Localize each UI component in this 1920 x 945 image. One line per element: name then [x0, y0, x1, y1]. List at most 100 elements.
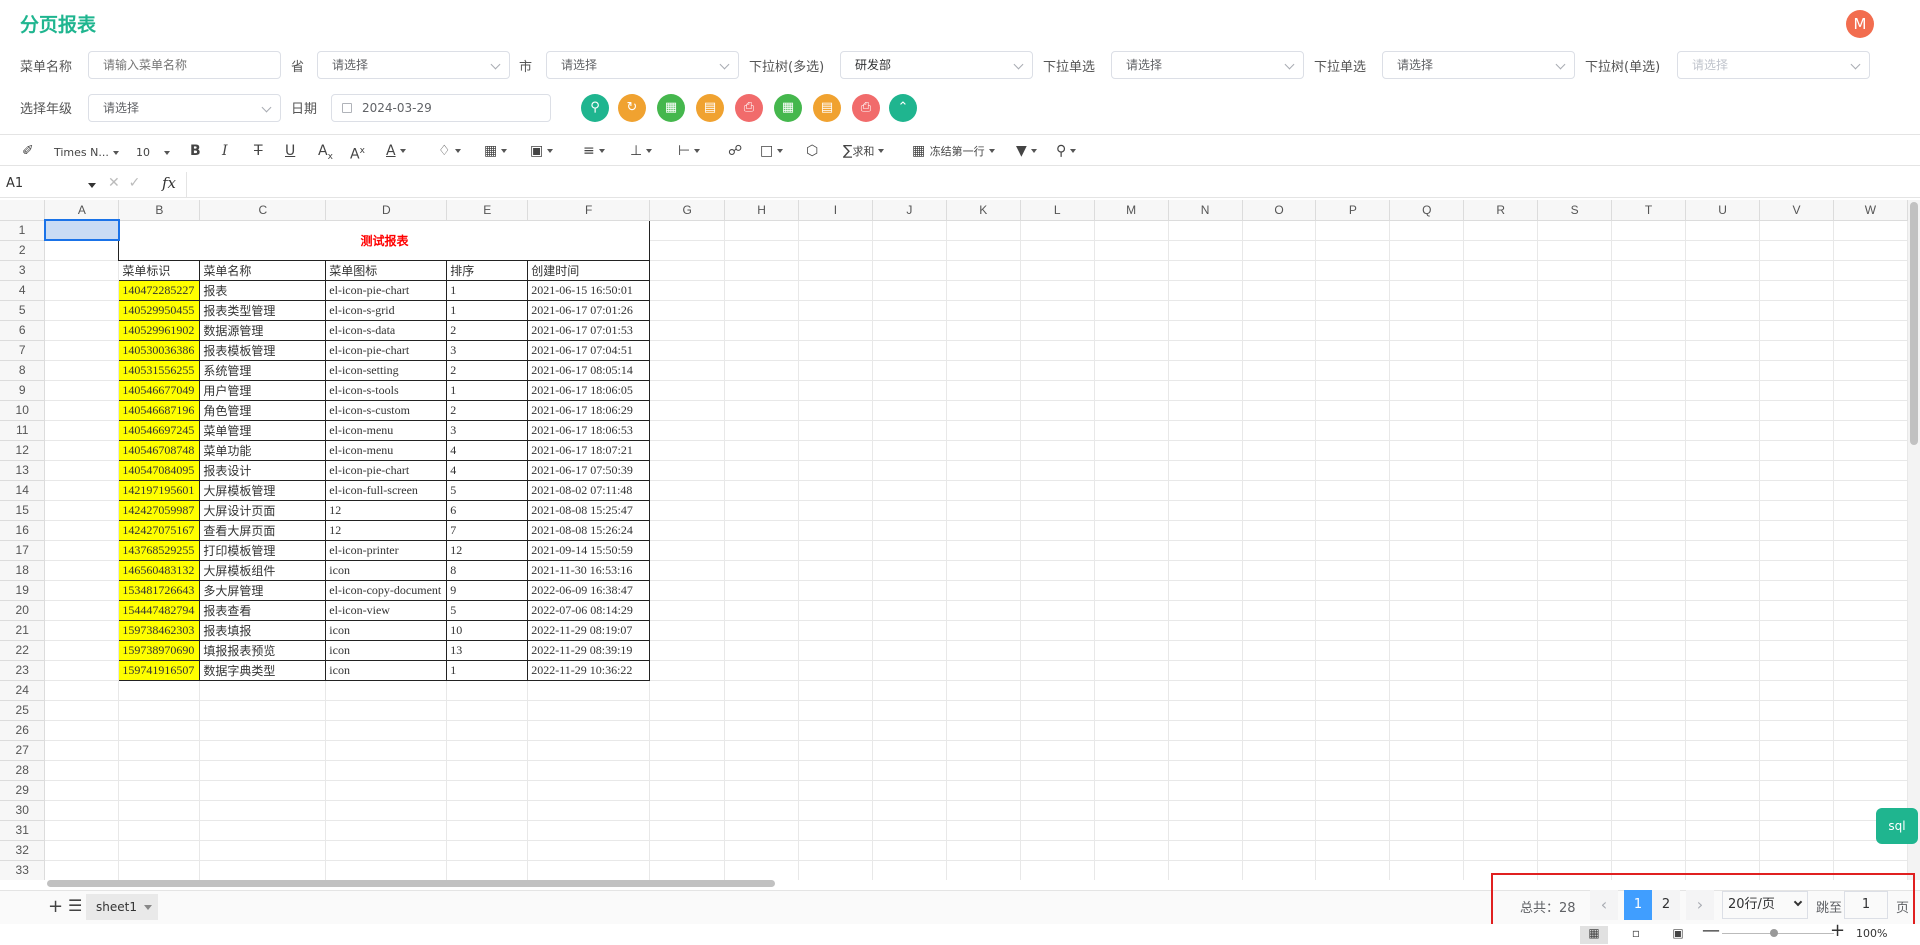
cell[interactable]: [649, 520, 726, 541]
cell[interactable]: [872, 820, 947, 841]
cell[interactable]: [44, 660, 120, 681]
cell[interactable]: [1242, 240, 1317, 261]
cell[interactable]: [724, 380, 800, 401]
cell[interactable]: [946, 480, 1021, 501]
report-data-cell[interactable]: icon: [325, 659, 448, 681]
report-data-cell[interactable]: 140546677049: [118, 379, 201, 401]
cell[interactable]: [44, 640, 120, 661]
cell[interactable]: [1168, 860, 1243, 880]
cell[interactable]: [946, 280, 1021, 301]
report-data-cell[interactable]: 菜单管理: [199, 419, 327, 441]
row-header[interactable]: 32: [0, 840, 46, 861]
cell[interactable]: [946, 260, 1021, 281]
cell[interactable]: [724, 260, 800, 281]
cell[interactable]: [946, 660, 1021, 681]
report-data-cell[interactable]: el-icon-s-data: [325, 319, 448, 341]
cell[interactable]: [649, 260, 726, 281]
cell[interactable]: [946, 420, 1021, 441]
cell[interactable]: [798, 300, 873, 321]
cell[interactable]: [199, 680, 327, 701]
cell[interactable]: [325, 840, 448, 861]
cell[interactable]: [649, 320, 726, 341]
cell[interactable]: [724, 240, 800, 261]
column-header[interactable]: P: [1315, 200, 1391, 221]
cell[interactable]: [1315, 300, 1391, 321]
report-data-cell[interactable]: 用户管理: [199, 379, 327, 401]
column-header[interactable]: S: [1537, 200, 1613, 221]
cell[interactable]: [1463, 600, 1539, 621]
cell[interactable]: [1242, 320, 1317, 341]
cell[interactable]: [872, 480, 947, 501]
export-pdf-button[interactable]: ▤: [696, 94, 724, 122]
cell[interactable]: [446, 740, 529, 761]
cell[interactable]: [649, 420, 726, 441]
row-header[interactable]: 19: [0, 580, 46, 601]
cell[interactable]: [649, 240, 726, 261]
cell[interactable]: [1463, 360, 1539, 381]
row-header[interactable]: 31: [0, 820, 46, 841]
cell[interactable]: [1463, 380, 1539, 401]
cell[interactable]: [1389, 780, 1465, 801]
cell[interactable]: [1685, 420, 1760, 441]
cell[interactable]: [1759, 700, 1834, 721]
cell[interactable]: [1242, 780, 1317, 801]
column-header[interactable]: I: [798, 200, 873, 221]
cell[interactable]: [1315, 760, 1391, 781]
cell[interactable]: [1020, 540, 1095, 561]
report-data-cell[interactable]: 2021-08-08 15:26:24: [527, 519, 651, 541]
report-data-cell[interactable]: 146560483132: [118, 559, 201, 581]
collapse-button[interactable]: ⌃: [889, 94, 917, 122]
cell[interactable]: [1315, 740, 1391, 761]
italic-icon[interactable]: I: [222, 141, 228, 161]
cell[interactable]: [872, 840, 947, 861]
report-data-cell[interactable]: 2021-06-17 18:07:21: [527, 439, 651, 461]
cell[interactable]: [1685, 240, 1760, 261]
cell[interactable]: [946, 360, 1021, 381]
report-data-cell[interactable]: 142197195601: [118, 479, 201, 501]
row-header[interactable]: 7: [0, 340, 46, 361]
cell[interactable]: [1094, 420, 1169, 441]
cell[interactable]: [527, 800, 651, 821]
cell[interactable]: [1685, 800, 1760, 821]
superscript-icon[interactable]: Ax: [350, 141, 365, 165]
font-size-select[interactable]: 10: [136, 143, 170, 163]
report-data-cell[interactable]: 报表模板管理: [199, 339, 327, 361]
cell[interactable]: [724, 420, 800, 441]
cell[interactable]: [724, 860, 800, 880]
report-data-cell[interactable]: 140547084095: [118, 459, 201, 481]
cell[interactable]: [1020, 260, 1095, 281]
vertical-align-icon[interactable]: ⊥: [630, 141, 653, 161]
cell[interactable]: [1537, 740, 1613, 761]
cell[interactable]: [1611, 580, 1687, 601]
cell[interactable]: [1315, 720, 1391, 741]
cell[interactable]: [1094, 460, 1169, 481]
zoom-slider-knob[interactable]: [1770, 929, 1778, 937]
cell[interactable]: [1020, 580, 1095, 601]
cell[interactable]: [1168, 680, 1243, 701]
cell[interactable]: [1020, 860, 1095, 880]
cell[interactable]: [1389, 640, 1465, 661]
cell[interactable]: [724, 280, 800, 301]
cell[interactable]: [872, 580, 947, 601]
row-header[interactable]: 13: [0, 460, 46, 481]
cell[interactable]: [1463, 220, 1539, 241]
report-data-cell[interactable]: 140530036386: [118, 339, 201, 361]
cell[interactable]: [1242, 400, 1317, 421]
cell[interactable]: [1020, 500, 1095, 521]
add-sheet-icon[interactable]: +: [48, 896, 63, 917]
cell[interactable]: [1759, 680, 1834, 701]
cell[interactable]: [1759, 300, 1834, 321]
cell[interactable]: [649, 660, 726, 681]
cell[interactable]: [1315, 220, 1391, 241]
cell[interactable]: [1020, 520, 1095, 541]
cell[interactable]: [649, 600, 726, 621]
cell[interactable]: [1242, 580, 1317, 601]
cell[interactable]: [44, 300, 120, 321]
report-data-cell[interactable]: 2022-07-06 08:14:29: [527, 599, 651, 621]
report-data-cell[interactable]: 4: [446, 439, 529, 461]
cell[interactable]: [1463, 240, 1539, 261]
cell[interactable]: [1389, 680, 1465, 701]
cell[interactable]: [1759, 820, 1834, 841]
cell[interactable]: [649, 800, 726, 821]
cell[interactable]: [1759, 720, 1834, 741]
